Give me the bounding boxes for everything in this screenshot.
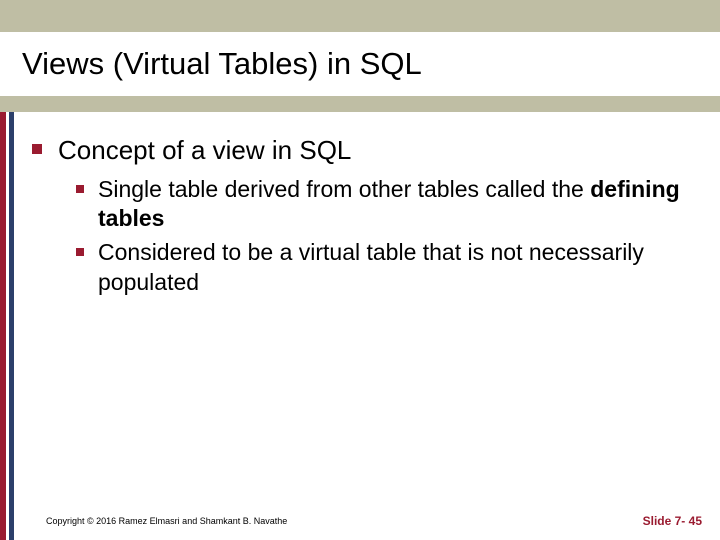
slide-number: Slide 7- 45: [643, 514, 702, 528]
content: Concept of a view in SQL Single table de…: [32, 134, 696, 302]
square-bullet-icon: [32, 144, 42, 154]
title-bar: Views (Virtual Tables) in SQL: [0, 32, 720, 96]
body-area: Concept of a view in SQL Single table de…: [0, 112, 720, 540]
bullet-level1: Concept of a view in SQL: [32, 134, 696, 167]
slide-title: Views (Virtual Tables) in SQL: [22, 46, 422, 82]
square-bullet-icon: [76, 185, 84, 193]
top-band: [0, 0, 720, 32]
left-stripe: [0, 112, 14, 540]
bullet-level2-a: Single table derived from other tables c…: [76, 175, 696, 235]
sublist: Single table derived from other tables c…: [76, 175, 696, 299]
bullet-level2-a-text: Single table derived from other tables c…: [98, 175, 696, 235]
copyright-text: Copyright © 2016 Ramez Elmasri and Shamk…: [46, 516, 287, 526]
bullet-level2-b: Considered to be a virtual table that is…: [76, 238, 696, 298]
bullet-level1-text: Concept of a view in SQL: [58, 134, 351, 167]
title-underline: [0, 96, 720, 112]
slide: Views (Virtual Tables) in SQL Concept of…: [0, 0, 720, 540]
footer: Copyright © 2016 Ramez Elmasri and Shamk…: [0, 510, 720, 540]
bullet-level2-a-pre: Single table derived from other tables c…: [98, 176, 590, 202]
stripe-blue: [9, 112, 14, 540]
square-bullet-icon: [76, 248, 84, 256]
bullet-level2-b-text: Considered to be a virtual table that is…: [98, 238, 696, 298]
